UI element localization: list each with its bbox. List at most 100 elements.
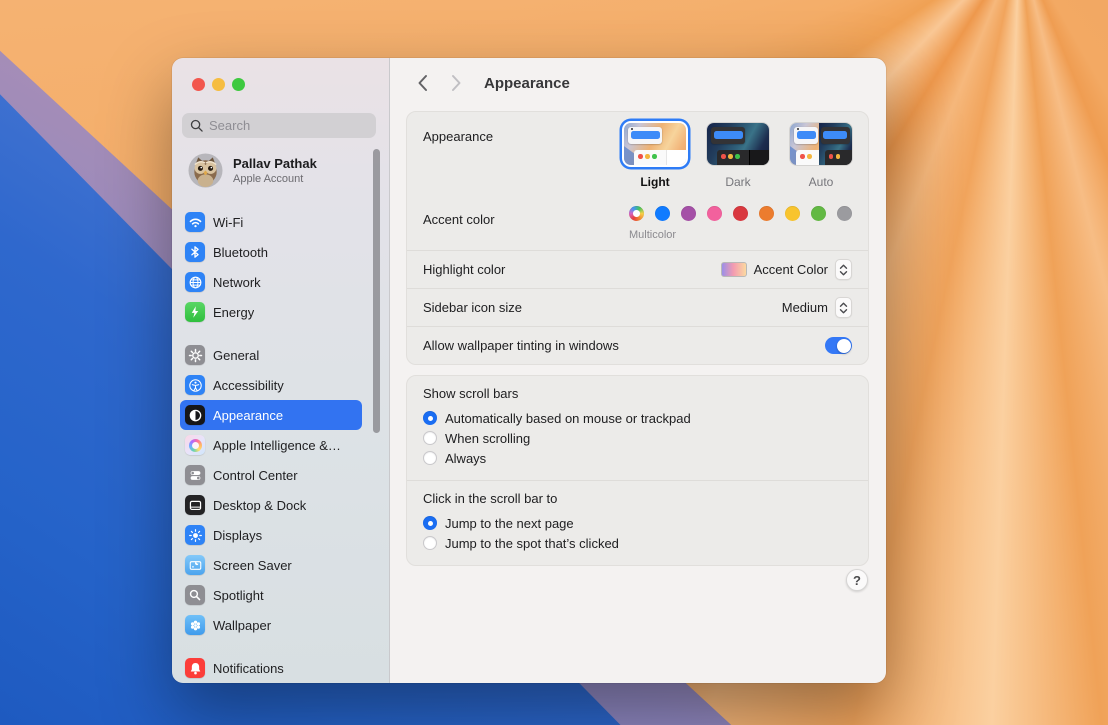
- search-input[interactable]: [209, 118, 385, 133]
- wallpaper-tinting-row: Allow wallpaper tinting in windows: [407, 327, 868, 364]
- sidebar-item-wifi[interactable]: Wi-Fi: [180, 207, 362, 237]
- dark-mode-thumbnail[interactable]: [707, 123, 769, 165]
- sidebar-icon-size-row: Sidebar icon size Medium: [407, 289, 868, 326]
- wallpaper-tinting-label: Allow wallpaper tinting in windows: [423, 338, 619, 353]
- account-name: Pallav Pathak: [233, 156, 317, 171]
- sidebar-item-label: Displays: [213, 528, 262, 543]
- radio-label: Jump to the spot that’s clicked: [445, 536, 619, 551]
- avatar: [188, 153, 223, 188]
- radio-label: Automatically based on mouse or trackpad: [445, 411, 691, 426]
- appearance-option-light[interactable]: Light: [624, 123, 686, 189]
- help-button[interactable]: ?: [846, 569, 868, 591]
- accent-color-row: Accent color Mul: [407, 199, 868, 250]
- radio-option-jump-to-spot[interactable]: Jump to the spot that’s clicked: [423, 533, 852, 553]
- appearance-contrast-icon: [185, 405, 205, 425]
- sidebar-item-label: General: [213, 348, 259, 363]
- sidebar-item-control-center[interactable]: Control Center: [180, 460, 362, 490]
- sidebar-item-label: Wi-Fi: [213, 215, 243, 230]
- sidebar-item-spotlight[interactable]: Spotlight: [180, 580, 362, 610]
- radio-label: Jump to the next page: [445, 516, 574, 531]
- minimize-button[interactable]: [212, 78, 225, 91]
- sidebar-item-apple-intelligence[interactable]: Apple Intelligence &…: [180, 430, 362, 460]
- account-subtitle: Apple Account: [233, 173, 317, 185]
- scroll-bars-group: Show scroll bars Automatically based on …: [406, 375, 869, 566]
- sidebar-item-accessibility[interactable]: Accessibility: [180, 370, 362, 400]
- appearance-row-label: Appearance: [423, 123, 493, 144]
- toggle-knob: [837, 339, 851, 353]
- appearance-option-dark[interactable]: Dark: [707, 123, 769, 189]
- back-button[interactable]: [410, 70, 434, 96]
- accent-color-label: Accent color: [423, 206, 495, 227]
- highlight-color-swatch: [721, 262, 747, 277]
- account-row[interactable]: Pallav Pathak Apple Account: [188, 153, 317, 188]
- sidebar-item-notifications[interactable]: Notifications: [180, 653, 362, 683]
- accent-swatch-multicolor[interactable]: [629, 206, 644, 221]
- radio-button[interactable]: [423, 431, 437, 445]
- system-settings-window: Pallav Pathak Apple Account Wi-Fi: [172, 58, 886, 683]
- bluetooth-icon: [185, 242, 205, 262]
- radio-button[interactable]: [423, 516, 437, 530]
- accent-swatch-red[interactable]: [733, 206, 748, 221]
- highlight-color-select[interactable]: Accent Color: [721, 259, 852, 280]
- click-scroll-bar-title: Click in the scroll bar to: [423, 491, 852, 506]
- click-scroll-bar-section: Click in the scroll bar to Jump to the n…: [407, 481, 868, 565]
- zoom-button[interactable]: [232, 78, 245, 91]
- wifi-icon: [185, 212, 205, 232]
- sidebar-icon-size-value: Medium: [782, 300, 828, 315]
- radio-label: When scrolling: [445, 431, 530, 446]
- highlight-color-stepper[interactable]: [835, 259, 852, 280]
- radio-option-always[interactable]: Always: [423, 448, 852, 468]
- accent-swatch-orange[interactable]: [759, 206, 774, 221]
- accent-swatch-blue[interactable]: [655, 206, 670, 221]
- radio-button[interactable]: [423, 451, 437, 465]
- wallpaper-tinting-toggle[interactable]: [825, 337, 852, 354]
- radio-option-when-scrolling[interactable]: When scrolling: [423, 428, 852, 448]
- accent-selected-caption: Multicolor: [629, 229, 644, 241]
- sidebar-icon-size-stepper[interactable]: [835, 297, 852, 318]
- highlight-color-row: Highlight color Accent Color: [407, 251, 868, 288]
- sidebar-item-desktop-dock[interactable]: Desktop & Dock: [180, 490, 362, 520]
- accessibility-icon: [185, 375, 205, 395]
- radio-button[interactable]: [423, 536, 437, 550]
- magnifier-icon: [185, 585, 205, 605]
- sidebar-item-bluetooth[interactable]: Bluetooth: [180, 237, 362, 267]
- sidebar-item-general[interactable]: General: [180, 340, 362, 370]
- control-center-icon: [185, 465, 205, 485]
- desktop-dock-icon: [185, 495, 205, 515]
- sidebar-item-label: Screen Saver: [213, 558, 292, 573]
- show-scroll-bars-section: Show scroll bars Automatically based on …: [407, 376, 868, 480]
- sidebar-item-energy[interactable]: Energy: [180, 297, 362, 327]
- highlight-color-label: Highlight color: [423, 262, 505, 277]
- accent-swatch-green[interactable]: [811, 206, 826, 221]
- sidebar-nav: Wi-Fi Bluetooth Network: [180, 207, 362, 683]
- radio-option-automatically[interactable]: Automatically based on mouse or trackpad: [423, 408, 852, 428]
- sidebar-item-displays[interactable]: Displays: [180, 520, 362, 550]
- search-field[interactable]: [182, 113, 376, 138]
- radio-button[interactable]: [423, 411, 437, 425]
- globe-icon: [185, 272, 205, 292]
- page-title: Appearance: [484, 75, 570, 92]
- auto-mode-thumbnail[interactable]: [790, 123, 852, 165]
- sidebar-item-wallpaper[interactable]: Wallpaper: [180, 610, 362, 640]
- radio-option-jump-next-page[interactable]: Jump to the next page: [423, 513, 852, 533]
- gear-icon: [185, 345, 205, 365]
- sidebar-item-label: Bluetooth: [213, 245, 268, 260]
- sidebar-item-label: Wallpaper: [213, 618, 271, 633]
- accent-swatch-pink[interactable]: [707, 206, 722, 221]
- highlight-color-value: Accent Color: [754, 262, 828, 277]
- auto-label: Auto: [809, 175, 834, 189]
- bolt-icon: [185, 302, 205, 322]
- sidebar-item-network[interactable]: Network: [180, 267, 362, 297]
- accent-swatch-graphite[interactable]: [837, 206, 852, 221]
- sidebar-icon-size-select[interactable]: Medium: [782, 297, 852, 318]
- accent-swatch-yellow[interactable]: [785, 206, 800, 221]
- appearance-option-auto[interactable]: Auto: [790, 123, 852, 189]
- close-button[interactable]: [192, 78, 205, 91]
- light-mode-thumbnail[interactable]: [624, 123, 686, 165]
- sidebar-item-appearance[interactable]: Appearance: [180, 400, 362, 430]
- sidebar-item-label: Network: [213, 275, 261, 290]
- forward-button[interactable]: [444, 70, 468, 96]
- sidebar-scrollbar[interactable]: [373, 149, 380, 433]
- sidebar-item-screen-saver[interactable]: Screen Saver: [180, 550, 362, 580]
- accent-swatch-purple[interactable]: [681, 206, 696, 221]
